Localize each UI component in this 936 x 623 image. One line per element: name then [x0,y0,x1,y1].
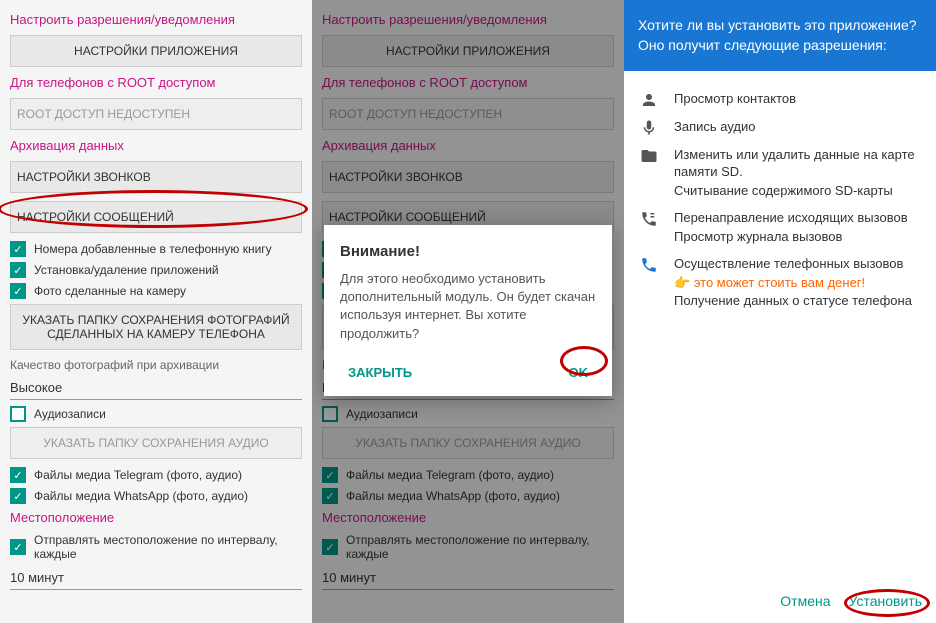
mic-icon [638,119,660,137]
app-settings-button[interactable]: НАСТРОЙКИ ПРИЛОЖЕНИЯ [10,35,302,67]
checkbox-telegram[interactable]: ✓Файлы медиа Telegram (фото, аудио) [10,467,302,483]
root-header: Для телефонов с ROOT доступом [10,75,302,90]
checkbox-audio[interactable]: ✓Аудиозаписи [10,406,302,422]
perm-audio: Запись аудио [638,119,922,137]
quality-label: Качество фотографий при архивации [10,358,302,372]
dialog-ok-button[interactable]: OK [561,361,597,384]
phone-icon [638,256,660,274]
perm-contacts: Просмотр контактов [638,91,922,109]
perm-storage: Изменить или удалить данные на карте пам… [638,147,922,200]
dialog-close-button[interactable]: ЗАКРЫТЬ [340,361,420,384]
audio-folder-button: УКАЗАТЬ ПАПКУ СОХРАНЕНИЯ АУДИО [10,427,302,459]
check-icon: ✓ [10,539,26,555]
checkbox-phonebook[interactable]: ✓Номера добавленные в телефонную книгу [10,241,302,257]
check-icon: ✓ [10,467,26,483]
install-prompt-header: Хотите ли вы установить это приложение? … [624,0,936,71]
cancel-button[interactable]: Отмена [780,593,830,609]
perm-call-log: Перенаправление исходящих вызововПросмот… [638,210,922,246]
calls-settings-button[interactable]: НАСТРОЙКИ ЗВОНКОВ [10,161,302,193]
messages-settings-button[interactable]: НАСТРОЙКИ СООБЩЕНИЙ [10,201,302,233]
check-icon: ✓ [10,488,26,504]
folder-icon [638,147,660,165]
permissions-header: Настроить разрешения/уведомления [10,12,302,27]
check-icon: ✓ [10,262,26,278]
quality-select[interactable]: Высокое [10,376,302,400]
checkbox-whatsapp[interactable]: ✓Файлы медиа WhatsApp (фото, аудио) [10,488,302,504]
dialog-title: Внимание! [340,243,596,260]
dialog-body: Для этого необходимо установить дополнит… [340,270,596,343]
check-icon: ✓ [10,283,26,299]
permissions-list: Просмотр контактов Запись аудио Изменить… [624,71,936,330]
call-log-icon [638,210,660,228]
root-status: ROOT ДОСТУП НЕДОСТУПЕН [10,98,302,130]
install-button[interactable]: Установить [849,593,922,609]
perm-phone: Осуществление телефонных вызовов👉 это мо… [638,256,922,311]
check-icon: ✓ [10,241,26,257]
attention-dialog: Внимание! Для этого необходимо установит… [324,225,612,396]
check-icon: ✓ [10,406,26,422]
checkbox-apps[interactable]: ✓Установка/удаление приложений [10,262,302,278]
interval-select[interactable]: 10 минут [10,566,302,590]
photo-folder-button[interactable]: УКАЗАТЬ ПАПКУ СОХРАНЕНИЯ ФОТОГРАФИЙ СДЕЛ… [10,304,302,350]
contacts-icon [638,91,660,109]
checkbox-location[interactable]: ✓Отправлять местоположение по интервалу,… [10,533,302,561]
location-header: Местоположение [10,510,302,525]
archive-header: Архивация данных [10,138,302,153]
checkbox-camera[interactable]: ✓Фото сделанные на камеру [10,283,302,299]
